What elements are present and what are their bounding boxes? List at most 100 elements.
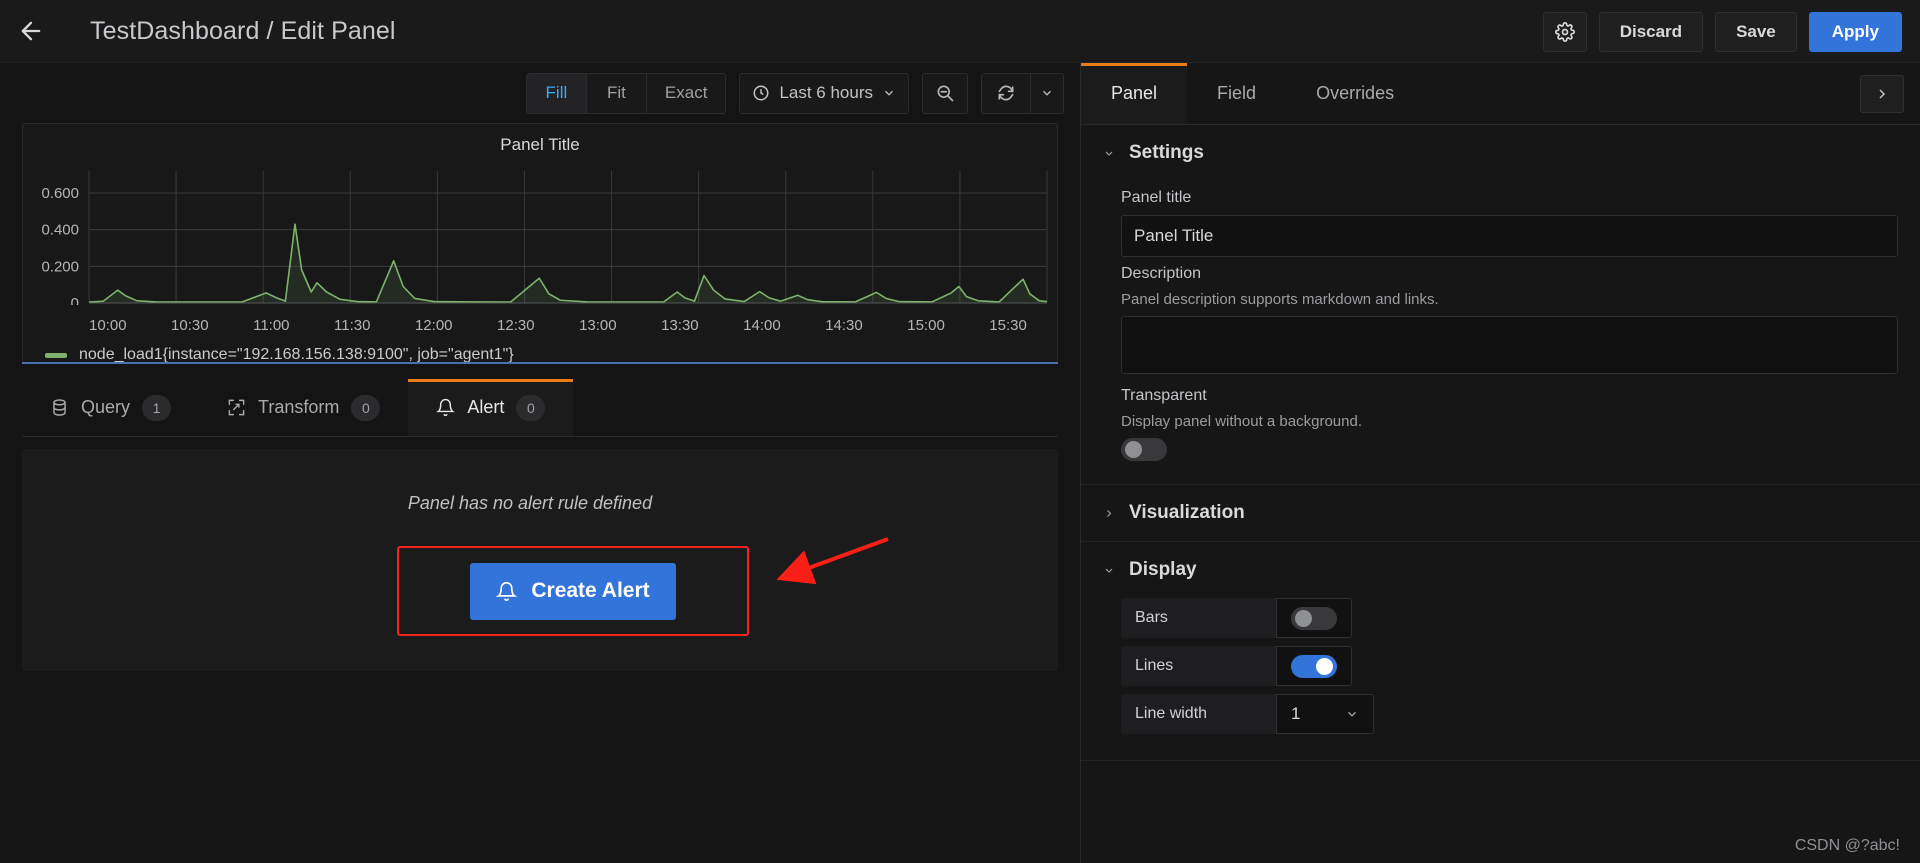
- create-alert-highlight: Create Alert: [397, 546, 749, 636]
- x-tick: 10:30: [171, 317, 209, 334]
- back-button[interactable]: [0, 0, 62, 62]
- x-tick: 12:30: [497, 317, 535, 334]
- section-display-header[interactable]: Display: [1081, 542, 1920, 598]
- time-series-chart: 0.600 0.400 0.200 0: [31, 165, 1048, 315]
- options-tab-bar: Panel Field Overrides: [1081, 63, 1920, 125]
- legend-color-swatch: [45, 352, 67, 358]
- x-tick: 15:00: [907, 317, 945, 334]
- watermark-text: CSDN @?abc!: [1794, 837, 1900, 854]
- chevron-right-icon: [1103, 507, 1115, 520]
- chart-legend[interactable]: node_load1{instance="192.168.156.138:910…: [23, 334, 1057, 364]
- refresh-group: [981, 72, 1064, 114]
- tab-alert-label: Alert: [467, 397, 505, 417]
- refresh-button[interactable]: [981, 72, 1030, 114]
- refresh-icon: [998, 85, 1014, 101]
- lines-toggle[interactable]: [1291, 654, 1337, 678]
- tab-query[interactable]: Query 1: [22, 379, 199, 436]
- chart-canvas: 0.600 0.400 0.200 0: [41, 171, 1048, 305]
- bars-control: [1276, 598, 1352, 638]
- bars-label: Bars: [1121, 598, 1276, 638]
- create-alert-button[interactable]: Create Alert: [470, 562, 676, 620]
- save-button[interactable]: Save: [1715, 11, 1797, 52]
- x-tick: 11:00: [253, 317, 290, 334]
- options-sidebar: Panel Field Overrides Settings Panel tit…: [1080, 63, 1920, 863]
- visualization-panel[interactable]: Panel Title 0.600 0.400 0.200 0 10:00 10:30…: [22, 123, 1058, 364]
- transparent-help: Display panel without a background.: [1121, 413, 1362, 430]
- chevron-down-icon: [1043, 90, 1051, 96]
- x-tick: 15:30: [989, 317, 1027, 334]
- svg-text:0.400: 0.400: [41, 222, 79, 239]
- alert-empty-message: Panel has no alert rule defined: [407, 493, 653, 513]
- editor-tab-bar: Query 1 Transform 0 Alert 0: [22, 379, 1058, 437]
- header-actions: Discard Save Apply: [1542, 0, 1902, 63]
- fit-mode-fill[interactable]: Fill: [525, 72, 586, 114]
- options-expand-button[interactable]: [1860, 75, 1904, 113]
- chevron-down-icon: [885, 90, 893, 96]
- options-tab-overrides[interactable]: Overrides: [1286, 63, 1424, 124]
- tab-transform[interactable]: Transform 0: [199, 379, 408, 436]
- lines-control: [1276, 646, 1352, 686]
- fit-mode-exact[interactable]: Exact: [645, 72, 727, 114]
- arrow-left-icon: [21, 21, 41, 41]
- tab-alert-badge: 0: [516, 394, 546, 421]
- panel-resize-handle[interactable]: [22, 362, 1058, 364]
- database-icon: [53, 399, 66, 416]
- zoom-out-button[interactable]: [922, 72, 968, 114]
- options-tab-field[interactable]: Field: [1187, 63, 1286, 124]
- main-area: Fill Fit Exact Last 6 hours Panel Title …: [0, 63, 1920, 863]
- section-settings-body: Panel title Description Panel descriptio…: [1081, 189, 1920, 484]
- section-display: Display Bars Lines Line width 1: [1081, 542, 1920, 761]
- tab-transform-badge: 0: [351, 394, 381, 421]
- tab-alert[interactable]: Alert 0: [408, 379, 574, 436]
- x-tick: 13:30: [661, 317, 699, 334]
- section-settings-header[interactable]: Settings: [1081, 125, 1920, 181]
- chevron-down-icon: [1348, 711, 1356, 717]
- section-settings-title: Settings: [1129, 142, 1204, 163]
- bell-icon: [436, 398, 456, 417]
- transparent-label: Transparent: [1121, 387, 1207, 404]
- panel-title-label: Panel title: [1121, 189, 1192, 206]
- tab-query-label: Query: [81, 397, 131, 417]
- line-width-select[interactable]: 1: [1276, 694, 1374, 734]
- tab-query-badge: 1: [142, 394, 172, 421]
- apply-button[interactable]: Apply: [1808, 11, 1902, 52]
- clock-icon: [753, 85, 769, 101]
- svg-text:0: 0: [71, 295, 79, 305]
- discard-button[interactable]: Discard: [1598, 11, 1704, 52]
- transparent-toggle[interactable]: [1121, 438, 1167, 461]
- time-range-picker[interactable]: Last 6 hours: [739, 72, 909, 114]
- tab-transform-label: Transform: [258, 397, 340, 417]
- section-display-title: Display: [1129, 559, 1197, 580]
- description-label: Description: [1121, 265, 1202, 282]
- viz-toolbar: Fill Fit Exact Last 6 hours: [0, 63, 1080, 123]
- fit-mode-group: Fill Fit Exact: [525, 72, 727, 114]
- line-width-label: Line width: [1121, 694, 1276, 734]
- panel-settings-button[interactable]: [1542, 11, 1587, 52]
- x-tick: 14:00: [743, 317, 781, 334]
- chevron-down-icon: [1103, 147, 1115, 160]
- lines-label: Lines: [1121, 646, 1276, 686]
- chevron-right-icon: [1879, 89, 1886, 99]
- fit-mode-fit[interactable]: Fit: [585, 72, 646, 114]
- time-range-label: Last 6 hours: [779, 83, 873, 102]
- page-title: TestDashboard / Edit Panel: [90, 16, 396, 45]
- x-tick: 12:00: [414, 317, 453, 334]
- description-textarea[interactable]: [1121, 316, 1898, 374]
- x-tick: 14:30: [825, 317, 863, 334]
- transform-icon: [228, 399, 245, 416]
- section-visualization-header[interactable]: Visualization: [1081, 485, 1920, 541]
- chart-x-axis: 10:00 10:30 11:00 11:30 12:00 12:30 13:0…: [89, 317, 1027, 334]
- bars-toggle[interactable]: [1291, 606, 1337, 630]
- description-help: Panel description supports markdown and …: [1121, 291, 1439, 308]
- refresh-interval-dropdown[interactable]: [1030, 72, 1064, 114]
- options-tab-panel[interactable]: Panel: [1081, 63, 1188, 124]
- chevron-down-icon: [1103, 564, 1115, 577]
- alert-editor-pane: Panel has no alert rule defined Create A…: [22, 449, 1058, 671]
- display-row-lines: Lines: [1121, 646, 1898, 686]
- panel-title-input[interactable]: [1121, 215, 1898, 257]
- line-width-value: 1: [1291, 704, 1301, 723]
- gear-icon: [1554, 21, 1575, 42]
- section-visualization: Visualization: [1081, 485, 1920, 542]
- panel-title-text: Panel Title: [500, 135, 580, 154]
- panel-edit-left: Fill Fit Exact Last 6 hours Panel Title …: [0, 63, 1080, 863]
